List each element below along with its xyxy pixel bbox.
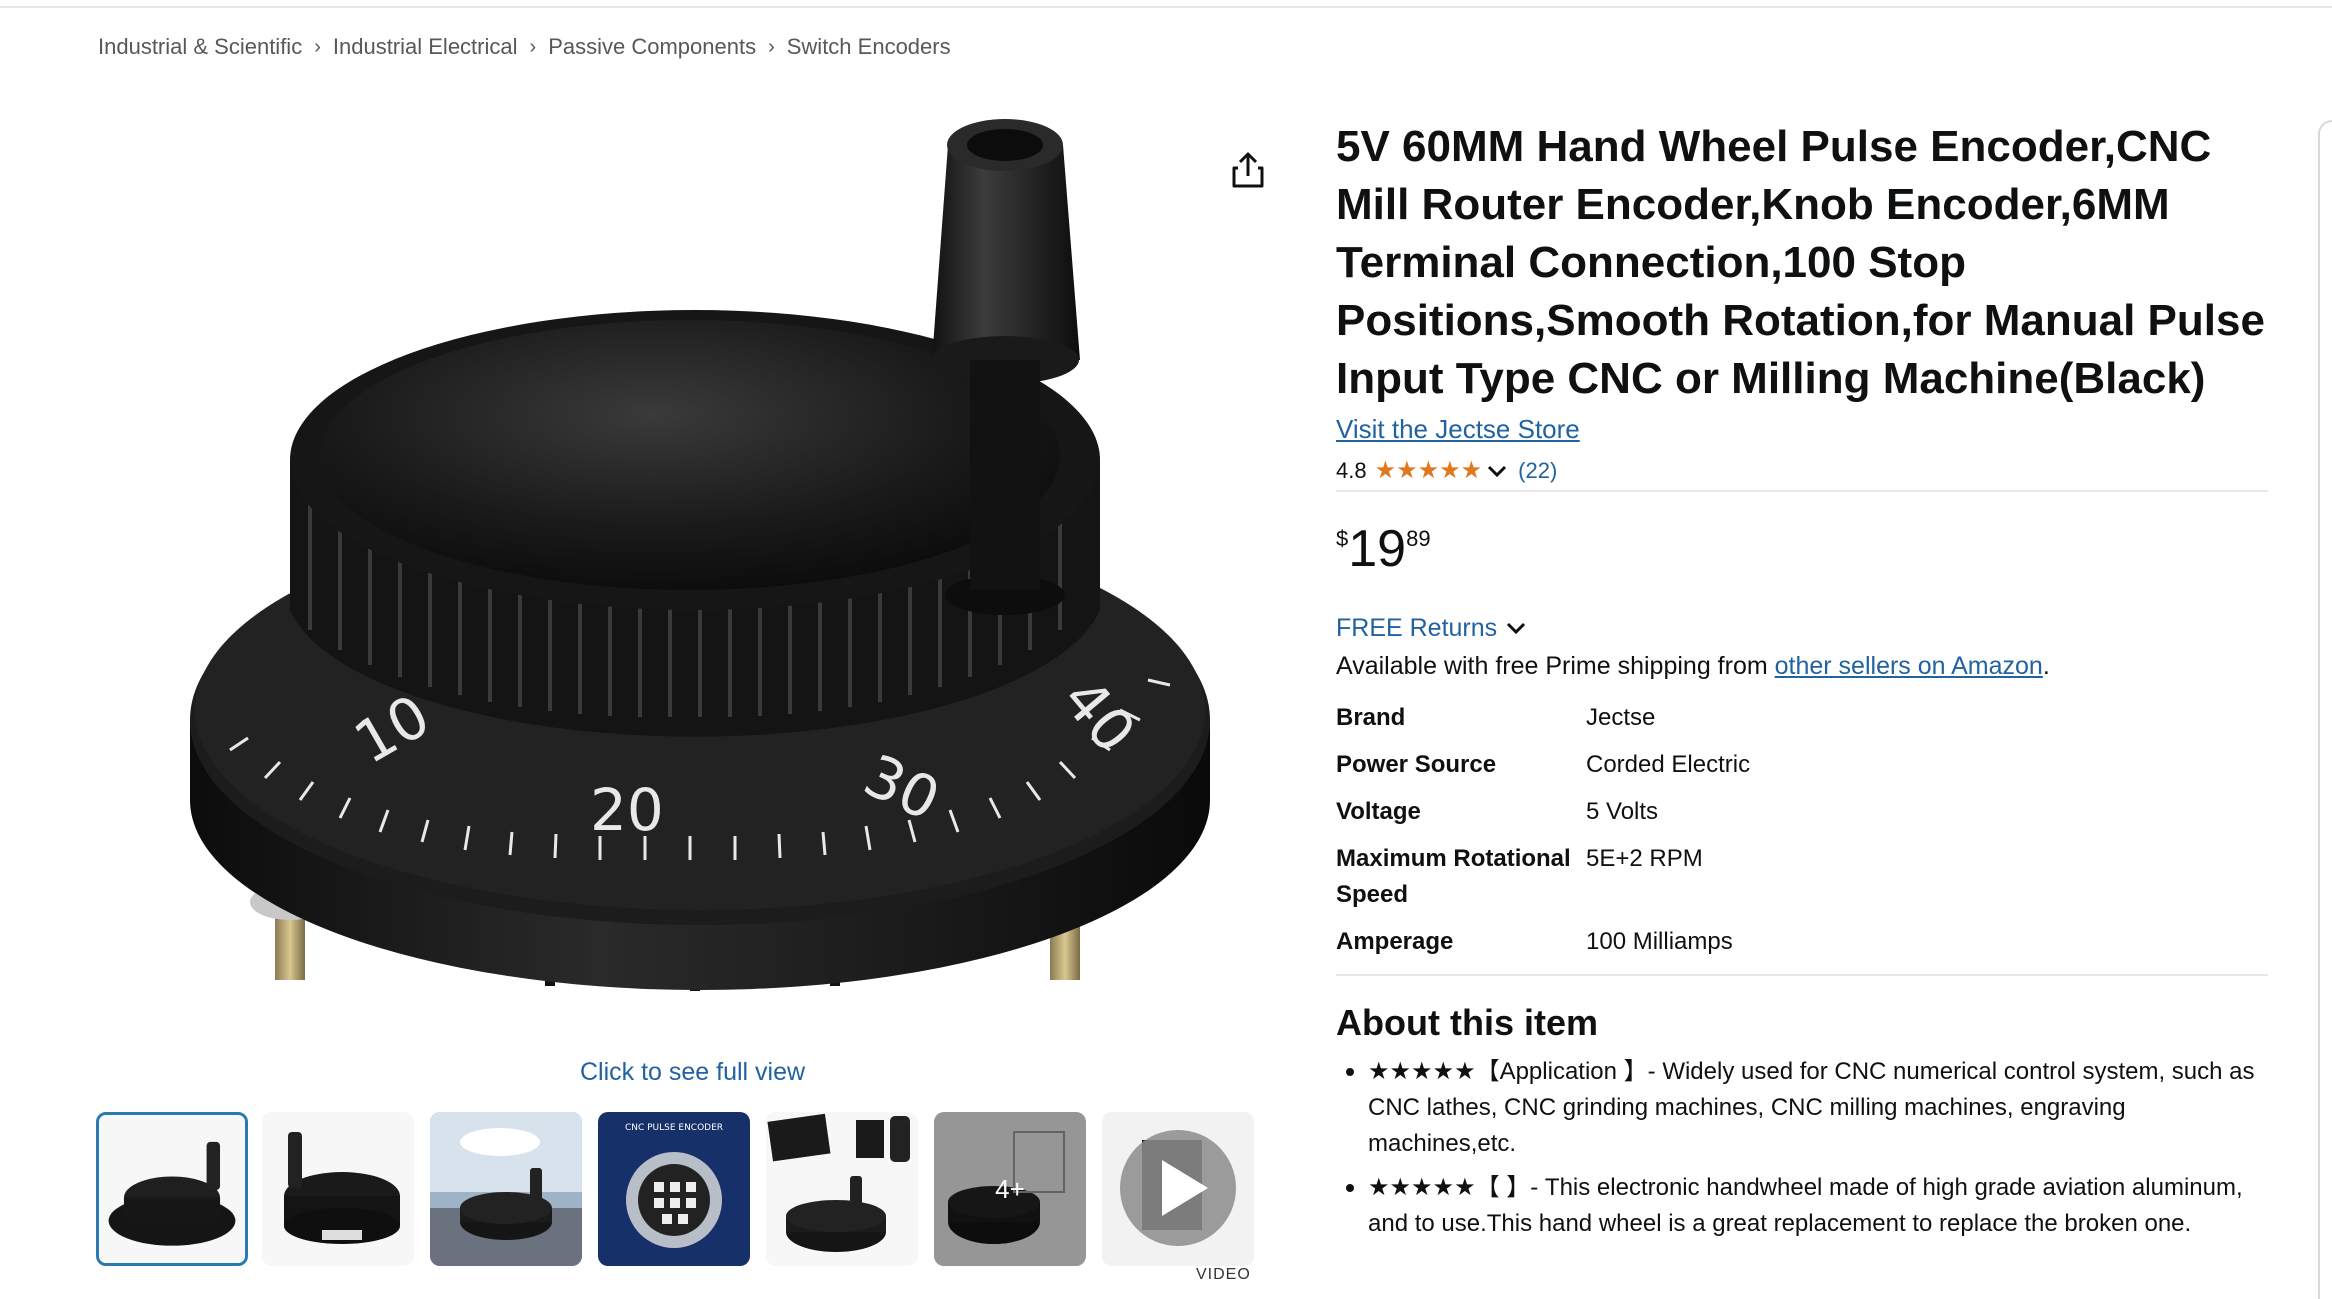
thumbnail-4[interactable]: CNC PULSE ENCODER [598, 1112, 750, 1266]
prime-shipping-note: Available with free Prime shipping from … [1336, 652, 2050, 681]
about-bullet-2: ★★★★★【 】- This electronic handwheel made… [1336, 1170, 2276, 1242]
about-bullet-text: ★★★★★【Application 】- Widely used for CNC… [1368, 1058, 2255, 1157]
spec-value: 100 Milliamps [1586, 928, 1733, 955]
thumbnail-6-more[interactable]: 4+ [934, 1112, 1086, 1266]
product-title: 5V 60MM Hand Wheel Pulse Encoder,CNC Mil… [1336, 122, 2265, 403]
bullet-dot [1346, 1068, 1354, 1076]
thumbnail-3[interactable] [430, 1112, 582, 1266]
top-border [0, 0, 2332, 8]
about-bullet-1: ★★★★★【Application 】- Widely used for CNC… [1336, 1054, 2276, 1162]
about-this-item-heading: About this item [1336, 1002, 1598, 1043]
prime-shipping-text: Available with free Prime shipping from [1336, 652, 1775, 680]
spec-key: Maximum Rotational Speed [1336, 845, 1571, 908]
free-returns-link[interactable]: FREE Returns [1336, 612, 1527, 644]
spec-value: 5E+2 RPM [1586, 845, 1703, 872]
star-icon: ★ [1396, 457, 1418, 484]
rating-count-link[interactable]: (22) [1518, 458, 1557, 484]
rating-summary[interactable]: 4.8 ★ ★ ★ ★ ★ (22) [1336, 456, 1557, 486]
star-rating-icon: ★ ★ ★ ★ ★ [1375, 459, 1483, 483]
thumbnail-1[interactable] [96, 1112, 248, 1266]
breadcrumb-item-switch-encoders[interactable]: Switch Encoders [787, 34, 951, 60]
star-icon: ★ [1374, 457, 1397, 484]
spec-value: 5 Volts [1586, 798, 1659, 825]
visit-store-link[interactable]: Visit the Jectse Store [1336, 414, 1580, 445]
about-bullet-text: ★★★★★【 】- This electronic handwheel made… [1368, 1174, 2243, 1237]
breadcrumb-item-industrial-scientific[interactable]: Industrial & Scientific [98, 34, 302, 60]
svg-text:CNC PULSE ENCODER: CNC PULSE ENCODER [625, 1123, 723, 1133]
spec-key: Brand [1336, 704, 1406, 731]
hand-wheel-encoder-image: 10 20 30 40 [190, 119, 1210, 991]
spec-key: Power Source [1336, 751, 1497, 778]
video-label: VIDEO [1196, 1266, 1251, 1283]
price-symbol: $ [1336, 526, 1349, 551]
breadcrumb-item-industrial-electrical[interactable]: Industrial Electrical [333, 34, 518, 60]
more-images-badge: 4+ [934, 1112, 1086, 1266]
click-to-see-full-view-link[interactable]: Click to see full view [580, 1058, 805, 1087]
price: $ 19 89 [1336, 518, 1431, 580]
breadcrumb-separator: › [314, 35, 321, 58]
bullet-dot [1346, 1184, 1354, 1192]
price-whole: 19 [1348, 520, 1407, 578]
chevron-down-icon[interactable] [1486, 463, 1508, 479]
breadcrumb-item-passive-components[interactable]: Passive Components [548, 34, 756, 60]
free-returns-label: FREE Returns [1336, 613, 1498, 642]
spec-value: Corded Electric [1586, 751, 1751, 778]
prime-shipping-suffix: . [2042, 652, 2050, 680]
svg-text:20: 20 [590, 776, 664, 844]
breadcrumb: Industrial & Scientific › Industrial Ele… [98, 32, 951, 62]
price-fraction: 89 [1406, 526, 1431, 551]
star-icon: ★ [1439, 457, 1461, 484]
side-panel-edge [2318, 120, 2332, 1299]
rating-value: 4.8 [1336, 458, 1367, 483]
breadcrumb-separator: › [529, 35, 537, 58]
thumbnail-5[interactable] [766, 1112, 918, 1266]
breadcrumb-separator: › [768, 35, 775, 58]
spec-value: Jectse [1586, 704, 1656, 731]
share-icon[interactable] [1230, 150, 1266, 190]
thumbnail-video[interactable] [1102, 1112, 1254, 1266]
main-product-image[interactable]: 10 20 30 40 [170, 110, 1230, 1050]
divider [1336, 490, 2268, 492]
divider [1336, 974, 2268, 976]
star-icon: ★ [1460, 457, 1483, 484]
thumbnail-2[interactable] [262, 1112, 414, 1266]
star-icon: ★ [1417, 457, 1440, 484]
chevron-down-icon [1507, 622, 1526, 635]
spec-key: Voltage [1336, 798, 1421, 825]
spec-key: Amperage [1336, 928, 1454, 955]
other-sellers-link[interactable]: other sellers on Amazon [1775, 652, 2043, 680]
